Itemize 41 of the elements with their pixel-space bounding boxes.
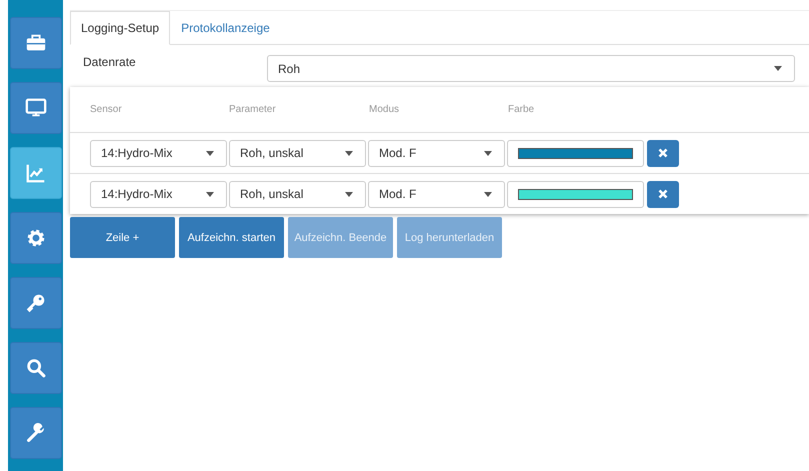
caret-icon [206, 192, 214, 196]
dropdown[interactable]: Mod. F [368, 140, 505, 166]
dropdown[interactable]: Roh, unskal [229, 140, 366, 166]
action-button[interactable]: Aufzeichn. starten [179, 217, 284, 258]
key-icon [24, 292, 46, 314]
dropdown[interactable]: 14:Hydro-Mix [90, 180, 227, 208]
close-icon [658, 189, 668, 199]
sidebar-button[interactable] [10, 147, 62, 199]
sidebar-button[interactable] [10, 342, 62, 394]
dropdown[interactable]: Mod. F [368, 180, 505, 208]
sidebar-button[interactable] [10, 407, 62, 459]
sidebar-button[interactable] [10, 82, 62, 134]
column-header: Sensor [90, 104, 123, 115]
field-label: Datenrate [83, 55, 137, 69]
tab[interactable]: Logging-Setup [70, 11, 170, 45]
dropdown[interactable]: Roh [267, 55, 795, 82]
column-header: Farbe [508, 104, 536, 115]
sidebar-button[interactable] [10, 277, 62, 329]
delete-button[interactable] [647, 140, 679, 166]
monitor-icon [24, 97, 46, 119]
caret-icon [345, 192, 353, 196]
tab[interactable]: Protokollanzeige [170, 11, 281, 45]
color-picker[interactable] [507, 180, 644, 208]
sidebar-button[interactable] [10, 17, 62, 69]
column-header: Modus [369, 104, 400, 115]
color-picker[interactable] [507, 140, 644, 166]
sidebar-button[interactable] [10, 212, 62, 264]
search-icon [24, 357, 46, 379]
action-button[interactable]: Zeile + [70, 217, 175, 258]
caret-icon [774, 66, 782, 71]
caret-icon [484, 150, 492, 156]
caret-icon [484, 192, 492, 196]
column-header: Parameter [229, 104, 277, 115]
close-icon [658, 148, 668, 158]
chart-icon [24, 162, 46, 184]
dropdown[interactable]: Roh, unskal [229, 180, 366, 208]
delete-button[interactable] [647, 180, 679, 208]
dropdown[interactable]: 14:Hydro-Mix [90, 140, 227, 166]
caret-icon [345, 150, 353, 156]
wrench-icon [24, 422, 46, 444]
caret-icon [206, 150, 214, 156]
